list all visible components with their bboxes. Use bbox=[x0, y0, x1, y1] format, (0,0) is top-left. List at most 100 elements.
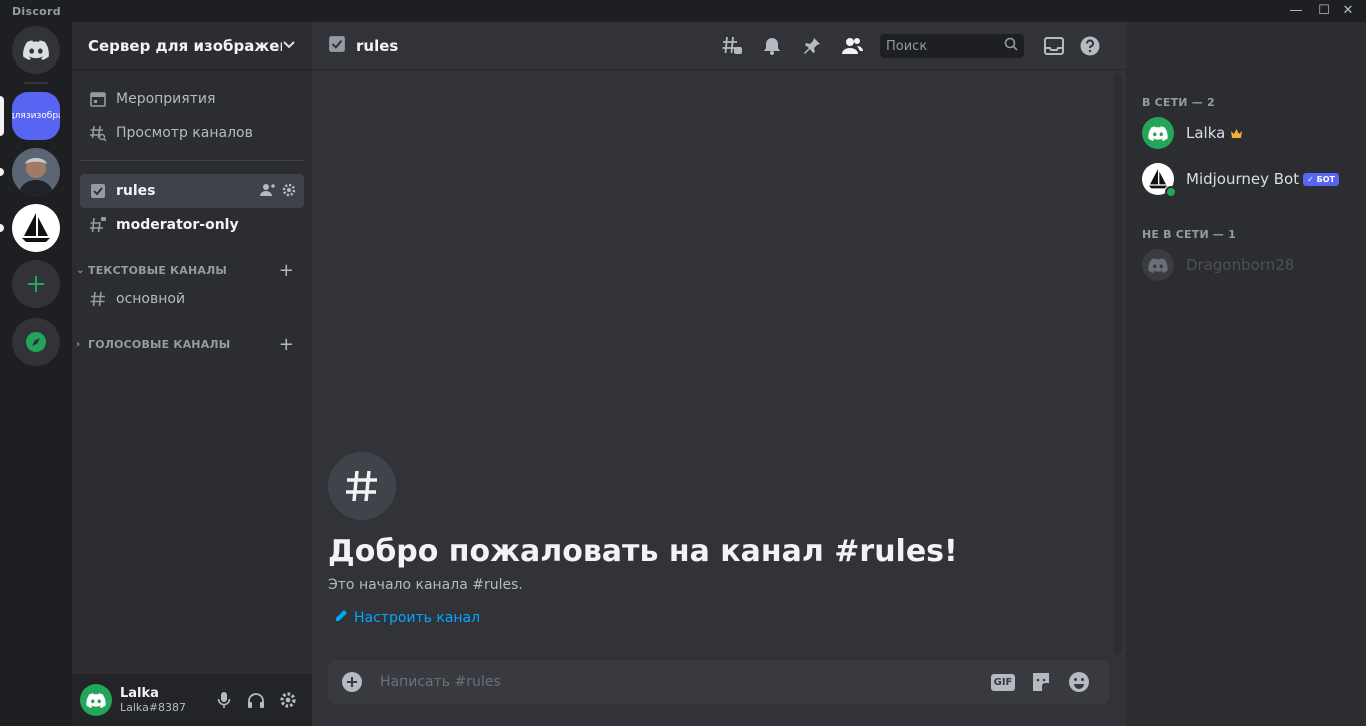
channel-name: moderator-only bbox=[116, 217, 239, 233]
avatar bbox=[1142, 249, 1174, 281]
discord-logo-icon bbox=[86, 692, 106, 708]
help-icon[interactable] bbox=[1070, 22, 1110, 70]
chevron-right-icon: › bbox=[76, 338, 81, 350]
explore-servers-button[interactable] bbox=[12, 318, 60, 366]
create-channel-plus-icon[interactable]: + bbox=[279, 334, 294, 355]
discord-logo-icon bbox=[1148, 257, 1168, 273]
add-server-button[interactable] bbox=[12, 260, 60, 308]
sidebar-divider bbox=[80, 160, 304, 161]
member-item-midjourney-bot[interactable]: Midjourney Bot ✓ БОТ bbox=[1134, 158, 1358, 200]
category-name: ГОЛОСОВЫЕ КАНАЛЫ bbox=[88, 337, 231, 351]
plus-icon bbox=[28, 276, 44, 292]
microphone-icon[interactable] bbox=[208, 684, 240, 716]
member-name: Dragonborn28 bbox=[1186, 256, 1295, 274]
pencil-icon bbox=[334, 609, 348, 627]
unread-server-pill bbox=[0, 168, 4, 176]
member-name: Lalka bbox=[1186, 124, 1226, 142]
gif-label: GIF bbox=[990, 673, 1016, 691]
chat-main: rules Поиск Добро пожаловать на канал #r… bbox=[312, 22, 1126, 726]
member-list: В СЕТИ — 2 Lalka Midjourney Bot ✓ БОТ НЕ… bbox=[1126, 22, 1366, 726]
category-voice-channels[interactable]: › ГОЛОСОВЫЕ КАНАЛЫ + bbox=[76, 334, 304, 355]
server-photo-avatar bbox=[12, 148, 60, 196]
gif-button[interactable]: GIF bbox=[984, 660, 1022, 704]
welcome-title: Добро пожаловать на канал #rules! bbox=[328, 534, 958, 569]
user-panel: Lalka Lalka#8387 bbox=[72, 674, 312, 726]
rules-channel-icon bbox=[328, 35, 346, 57]
headphones-icon[interactable] bbox=[240, 684, 272, 716]
username: Lalka bbox=[120, 686, 159, 701]
create-channel-plus-icon[interactable]: + bbox=[279, 260, 294, 281]
channel-settings-icon[interactable] bbox=[282, 183, 296, 200]
browse-channels-label: Просмотр каналов bbox=[116, 125, 253, 141]
user-tag: Lalka#8387 bbox=[120, 701, 187, 714]
private-hashtag-icon bbox=[88, 215, 108, 235]
message-composer: GIF bbox=[328, 660, 1110, 704]
close-icon[interactable]: ✕ bbox=[1336, 2, 1360, 20]
discord-logo-icon bbox=[23, 40, 49, 60]
emoji-icon[interactable] bbox=[1060, 660, 1098, 704]
discord-logo-icon bbox=[1148, 125, 1168, 141]
channel-item-moderator-only[interactable]: moderator-only bbox=[80, 208, 304, 242]
threads-icon[interactable] bbox=[712, 22, 752, 70]
inbox-icon[interactable] bbox=[1038, 22, 1070, 70]
avatar[interactable] bbox=[80, 684, 112, 716]
browse-channels-item[interactable]: Просмотр каналов bbox=[80, 116, 304, 150]
channel-title: rules bbox=[356, 36, 399, 55]
selected-server-pill bbox=[0, 96, 4, 136]
server-icon-photo[interactable] bbox=[12, 148, 60, 196]
member-list-icon[interactable] bbox=[832, 22, 872, 70]
guild-name: Сервер для изображен... bbox=[88, 36, 282, 55]
pin-icon[interactable] bbox=[792, 22, 832, 70]
server-icon-images[interactable]: длязизобра bbox=[12, 92, 60, 140]
maximize-icon[interactable]: ☐ bbox=[1312, 2, 1336, 20]
category-text-channels[interactable]: ⌄ ТЕКСТОВЫЕ КАНАЛЫ + bbox=[76, 260, 304, 281]
rail-separator bbox=[24, 82, 48, 84]
channel-welcome: Добро пожаловать на канал #rules! Это на… bbox=[328, 452, 958, 627]
edit-channel-link[interactable]: Настроить канал bbox=[328, 609, 958, 627]
hashtag-icon bbox=[88, 289, 108, 309]
rules-channel-icon bbox=[88, 181, 108, 201]
bot-badge: ✓ БОТ bbox=[1303, 172, 1339, 186]
app-title: Discord bbox=[12, 5, 61, 18]
search-input[interactable]: Поиск bbox=[880, 34, 1024, 58]
server-rail: длязизобра bbox=[0, 22, 72, 726]
unread-server-pill-2 bbox=[0, 224, 4, 232]
edit-channel-label: Настроить канал bbox=[354, 610, 481, 626]
offline-group-header: НЕ В СЕТИ — 1 bbox=[1142, 228, 1236, 241]
channel-name: rules bbox=[116, 183, 156, 199]
invite-member-icon[interactable] bbox=[260, 183, 276, 200]
chevron-down-icon: ⌄ bbox=[76, 264, 85, 276]
minimize-icon[interactable]: — bbox=[1284, 2, 1308, 20]
events-label: Мероприятия bbox=[116, 91, 216, 107]
compass-icon bbox=[26, 332, 46, 352]
guild-header[interactable]: Сервер для изображен... bbox=[72, 22, 312, 70]
channel-sidebar: Сервер для изображен... Мероприятия Прос… bbox=[72, 22, 312, 726]
events-item[interactable]: Мероприятия bbox=[80, 82, 304, 116]
member-name: Midjourney Bot bbox=[1186, 170, 1300, 188]
category-name: ТЕКСТОВЫЕ КАНАЛЫ bbox=[88, 263, 228, 277]
header-toolbar: Поиск bbox=[712, 22, 1110, 70]
home-button[interactable] bbox=[12, 26, 60, 74]
sticker-icon[interactable] bbox=[1022, 660, 1060, 704]
owner-crown-icon bbox=[1230, 124, 1243, 143]
scrollbar[interactable] bbox=[1114, 74, 1122, 654]
hashtag-search-icon bbox=[88, 123, 108, 143]
channel-item-rules[interactable]: rules bbox=[80, 174, 304, 208]
sailboat-icon bbox=[22, 213, 50, 242]
welcome-subtitle: Это начало канала #rules. bbox=[328, 577, 523, 593]
message-input[interactable] bbox=[380, 674, 984, 690]
member-item-lalka[interactable]: Lalka bbox=[1134, 112, 1358, 154]
notification-bell-icon[interactable] bbox=[752, 22, 792, 70]
attach-plus-icon[interactable] bbox=[340, 670, 364, 694]
calendar-icon bbox=[88, 89, 108, 109]
window-titlebar: Discord — ☐ ✕ bbox=[0, 0, 1366, 22]
avatar bbox=[1142, 163, 1177, 198]
user-settings-gear-icon[interactable] bbox=[272, 684, 304, 716]
server-icon-midjourney[interactable] bbox=[12, 204, 60, 252]
channel-item-main[interactable]: основной bbox=[80, 282, 304, 316]
online-status-dot bbox=[1165, 186, 1177, 198]
hashtag-icon bbox=[328, 452, 396, 520]
member-item-dragonborn28[interactable]: Dragonborn28 bbox=[1134, 244, 1358, 286]
channel-name: основной bbox=[116, 291, 186, 307]
search-placeholder: Поиск bbox=[886, 38, 928, 54]
